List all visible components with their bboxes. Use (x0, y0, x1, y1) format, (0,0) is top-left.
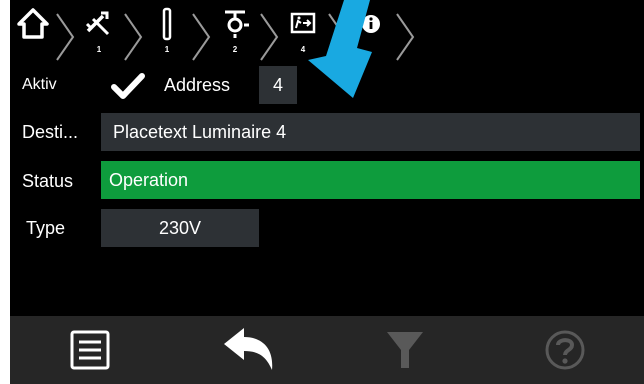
breadcrumb-count: 1 (164, 45, 170, 54)
destination-label: Desti... (22, 122, 79, 142)
status-field: Operation (101, 161, 640, 199)
type-label: Type (26, 218, 66, 238)
breadcrumb-bar[interactable]: 1 (142, 4, 192, 64)
status-label: Status (22, 171, 74, 191)
help-button[interactable] (530, 316, 600, 384)
checkmark-icon[interactable] (110, 70, 146, 102)
bar-icon (162, 7, 172, 41)
menu-button[interactable] (50, 316, 130, 384)
breadcrumb-count: 1 (96, 45, 102, 54)
help-icon (545, 330, 585, 370)
address-label: Address (164, 75, 231, 95)
menu-icon (70, 330, 110, 370)
annotation-arrow-icon (308, 0, 372, 98)
breadcrumb-home[interactable] (10, 4, 58, 64)
breadcrumb-connection[interactable]: 1 (74, 4, 124, 64)
chevron-right-icon (192, 13, 211, 61)
no-connection-icon (85, 11, 110, 36)
type-field[interactable]: 230V (101, 209, 259, 247)
chevron-right-icon (56, 13, 75, 61)
destination-field[interactable]: Placetext Luminaire 4 (101, 113, 640, 151)
home-icon (17, 8, 49, 39)
chevron-right-icon (396, 13, 415, 61)
bottom-toolbar (10, 316, 644, 384)
active-label: Aktiv (22, 76, 57, 93)
chevron-right-icon (260, 13, 279, 61)
back-icon (224, 328, 273, 370)
chevron-right-icon (124, 13, 143, 61)
lamp-icon (225, 10, 249, 38)
breadcrumb-lamp[interactable]: 2 (210, 4, 260, 64)
device-screen: 1 1 2 4 Aktiv Address 4 Desti... Placete… (10, 0, 644, 384)
address-field[interactable]: 4 (259, 66, 297, 104)
filter-icon (387, 332, 423, 368)
filter-button[interactable] (370, 316, 440, 384)
breadcrumb-count: 2 (232, 45, 238, 54)
back-button[interactable] (205, 316, 295, 384)
